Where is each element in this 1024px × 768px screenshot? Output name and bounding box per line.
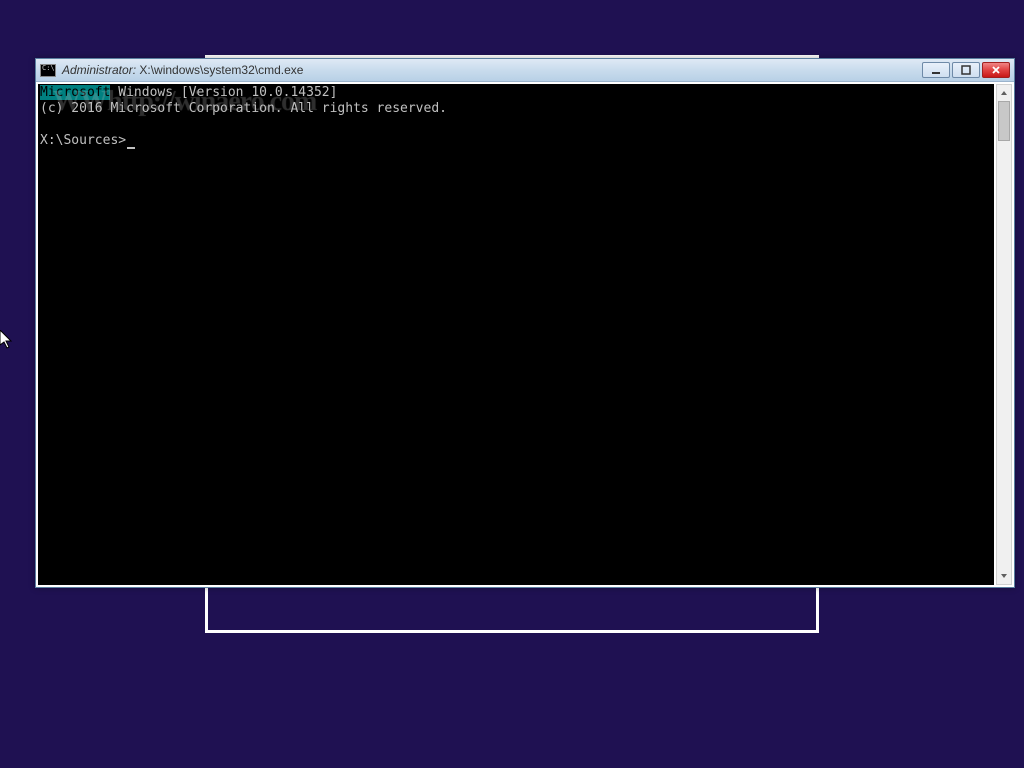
titlebar[interactable]: Administrator: X:\windows\system32\cmd.e… [36, 59, 1014, 82]
window-controls [922, 62, 1010, 78]
scroll-up-button[interactable] [997, 85, 1011, 101]
selected-text: Microsoft [40, 85, 110, 100]
console-output[interactable]: Microsoft Windows [Version 10.0.14352] (… [38, 84, 994, 585]
cmd-icon [40, 64, 56, 77]
mouse-cursor [0, 330, 14, 350]
scroll-down-button[interactable] [997, 568, 1011, 584]
console-prompt: X:\Sources> [40, 133, 126, 148]
chevron-down-icon [1000, 572, 1008, 580]
maximize-button[interactable] [952, 62, 980, 78]
cmd-window: Administrator: X:\windows\system32\cmd.e… [35, 58, 1015, 588]
scroll-thumb[interactable] [998, 101, 1010, 141]
text-cursor [127, 147, 135, 149]
close-button[interactable] [982, 62, 1010, 78]
console-text: (c) 2016 Microsoft Corporation. All righ… [40, 101, 447, 116]
maximize-icon [961, 65, 971, 75]
minimize-button[interactable] [922, 62, 950, 78]
console-area: Microsoft Windows [Version 10.0.14352] (… [36, 82, 1014, 587]
vertical-scrollbar[interactable] [996, 84, 1012, 585]
chevron-up-icon [1000, 89, 1008, 97]
console-text: Windows [Version 10.0.14352] [110, 85, 337, 100]
scroll-track[interactable] [997, 101, 1011, 568]
minimize-icon [931, 65, 941, 75]
window-title: Administrator: X:\windows\system32\cmd.e… [62, 63, 922, 77]
close-icon [991, 65, 1001, 75]
